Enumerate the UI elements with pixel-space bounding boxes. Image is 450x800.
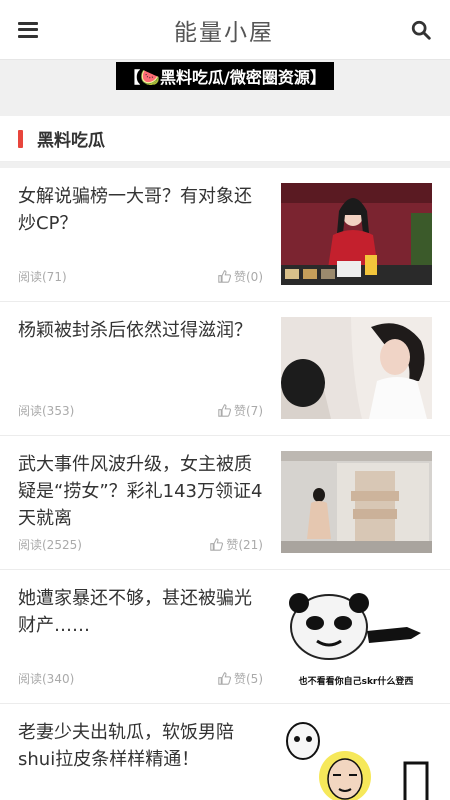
article-item[interactable]: 她遭家暴还不够，甚还被骗光财产…… 阅读(340) 赞(5) 也不看看你自己sk… [0,570,450,704]
hamburger-menu-icon[interactable] [18,21,38,38]
thumbnail-panda-meme-image: 也不看看你自己skr什么登西 [281,585,432,687]
read-count: 阅读(71) [18,270,67,284]
article-thumbnail[interactable] [281,451,432,553]
thumbnail-meme-faces-image [281,719,432,800]
like-button[interactable]: 赞(7) [218,402,263,419]
like-count: 赞(7) [234,404,263,418]
article-item[interactable]: 老妻少夫出轨瓜，软饭男陪shui拉皮条样样精通！ [0,704,450,800]
thumbs-up-icon [218,404,231,417]
like-button[interactable]: 赞(21) [210,536,263,553]
article-text: 女解说骗榜一大哥？有对象还炒CP？ 阅读(71) 赞(0) [18,183,281,301]
like-count: 赞(5) [234,672,263,686]
promo-banner[interactable]: 【🍉黑料吃瓜/微密圈资源】 [116,62,334,90]
article-text: 老妻少夫出轨瓜，软饭男陪shui拉皮条样样精通！ [18,719,281,800]
article-meta: 阅读(2525) 赞(21) [18,536,263,553]
article-meta: 阅读(353) 赞(7) [18,402,263,419]
thumbnail-exhibition-image [281,451,432,553]
article-item[interactable]: 女解说骗榜一大哥？有对象还炒CP？ 阅读(71) 赞(0) [0,168,450,302]
read-count: 阅读(353) [18,404,75,418]
like-count: 赞(21) [226,538,263,552]
article-title[interactable]: 女解说骗榜一大哥？有对象还炒CP？ [18,183,263,237]
site-title[interactable]: 能量小屋 [174,13,274,47]
article-text: 杨颖被封杀后依然过得滋润？ 阅读(353) 赞(7) [18,317,281,435]
article-item[interactable]: 武大事件风波升级，女主被质疑是“捞女”？彩礼143万领证4天就离 阅读(2525… [0,436,450,570]
thumbs-up-icon [210,538,224,551]
thumbnail-caption: 也不看看你自己skr什么登西 [299,675,414,687]
section-header: 黑料吃瓜 [0,116,450,162]
article-meta: 阅读(340) 赞(5) [18,670,263,687]
article-thumbnail[interactable]: 也不看看你自己skr什么登西 [281,585,432,687]
article-list: 女解说骗榜一大哥？有对象还炒CP？ 阅读(71) 赞(0) 杨颖被封杀后依然过得… [0,168,450,800]
banner-area: 【🍉黑料吃瓜/微密圈资源】 [0,60,450,116]
top-header: 能量小屋 [0,0,450,60]
like-count: 赞(0) [234,270,263,284]
thumbs-up-icon [218,270,231,283]
like-button[interactable]: 赞(5) [218,670,263,687]
article-text: 武大事件风波升级，女主被质疑是“捞女”？彩礼143万领证4天就离 阅读(2525… [18,451,281,569]
article-title[interactable]: 杨颖被封杀后依然过得滋润？ [18,317,263,344]
article-thumbnail[interactable] [281,317,432,419]
section-title: 黑料吃瓜 [37,131,105,151]
article-meta: 阅读(71) 赞(0) [18,268,263,285]
article-title[interactable]: 武大事件风波升级，女主被质疑是“捞女”？彩礼143万领证4天就离 [18,451,263,532]
read-count: 阅读(2525) [18,538,82,552]
thumbs-up-icon [218,672,231,685]
article-thumbnail[interactable] [281,719,432,800]
article-item[interactable]: 杨颖被封杀后依然过得滋润？ 阅读(353) 赞(7) [0,302,450,436]
article-title[interactable]: 老妻少夫出轨瓜，软饭男陪shui拉皮条样样精通！ [18,719,263,773]
article-title[interactable]: 她遭家暴还不够，甚还被骗光财产…… [18,585,263,639]
section-accent-bar [18,129,23,148]
search-icon[interactable] [410,19,432,41]
thumbnail-photo-image [281,317,432,419]
article-text: 她遭家暴还不够，甚还被骗光财产…… 阅读(340) 赞(5) [18,585,281,703]
read-count: 阅读(340) [18,672,75,686]
article-thumbnail[interactable] [281,183,432,285]
like-button[interactable]: 赞(0) [218,268,263,285]
thumbnail-streamer-image [281,183,432,285]
